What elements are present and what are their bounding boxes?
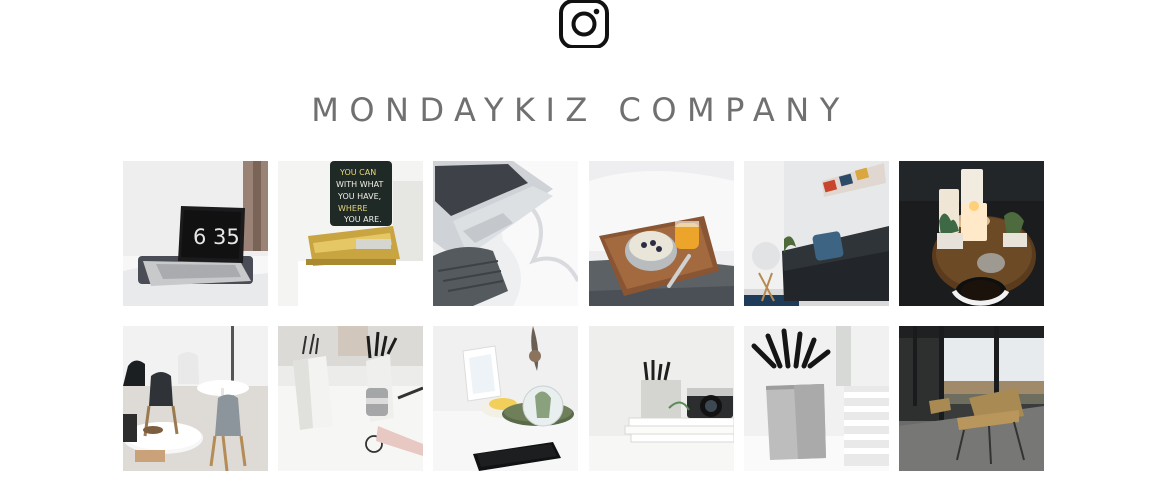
stapler-sign-photo: YOU CAN WITH WHAT YOU HAVE, WHERE YOU AR…: [278, 161, 424, 306]
svg-text:YOU CAN: YOU CAN: [339, 168, 376, 177]
feed-post[interactable]: [743, 161, 889, 306]
feed-post[interactable]: [588, 161, 734, 306]
laptop-clock-photo: 6 35: [123, 161, 268, 306]
svg-text:WHERE: WHERE: [338, 204, 368, 213]
window-chairs-photo: [898, 326, 1044, 471]
clock-digits: 6 35: [193, 225, 240, 249]
feed-post[interactable]: [433, 326, 579, 471]
breakfast-tray-photo: [588, 161, 734, 306]
feed-post[interactable]: [433, 161, 579, 306]
feed-post[interactable]: 6 35: [123, 161, 268, 306]
instagram-feed: 6 35 YOU CAN WITH WHAT YOU HAVE, WHERE Y…: [123, 161, 1044, 471]
feed-post[interactable]: [588, 326, 734, 471]
pencil-holder-photo: [743, 326, 889, 471]
svg-text:YOU HAVE,: YOU HAVE,: [337, 192, 381, 201]
feed-post[interactable]: [898, 326, 1044, 471]
brand-title: MONDAYKIZ COMPANY: [311, 91, 850, 129]
feed-post[interactable]: YOU CAN WITH WHAT YOU HAVE, WHERE YOU AR…: [278, 161, 424, 306]
instagram-link[interactable]: [559, 0, 609, 48]
feed-post[interactable]: [123, 326, 268, 471]
feed-post[interactable]: [278, 326, 424, 471]
camera-books-photo: [588, 326, 734, 471]
pen-holders-photo: [278, 326, 424, 471]
instagram-icon: [559, 0, 609, 48]
living-room-photo: [743, 161, 889, 306]
svg-text:WITH WHAT: WITH WHAT: [336, 180, 383, 189]
svg-text:YOU ARE.: YOU ARE.: [343, 215, 382, 224]
cafe-chairs-photo: [123, 326, 268, 471]
candles-photo: [898, 161, 1044, 306]
feed-post[interactable]: [898, 161, 1044, 306]
desk-phone-photo: [433, 326, 579, 471]
laptop-sheets-photo: [433, 161, 579, 306]
feed-post[interactable]: [743, 326, 889, 471]
